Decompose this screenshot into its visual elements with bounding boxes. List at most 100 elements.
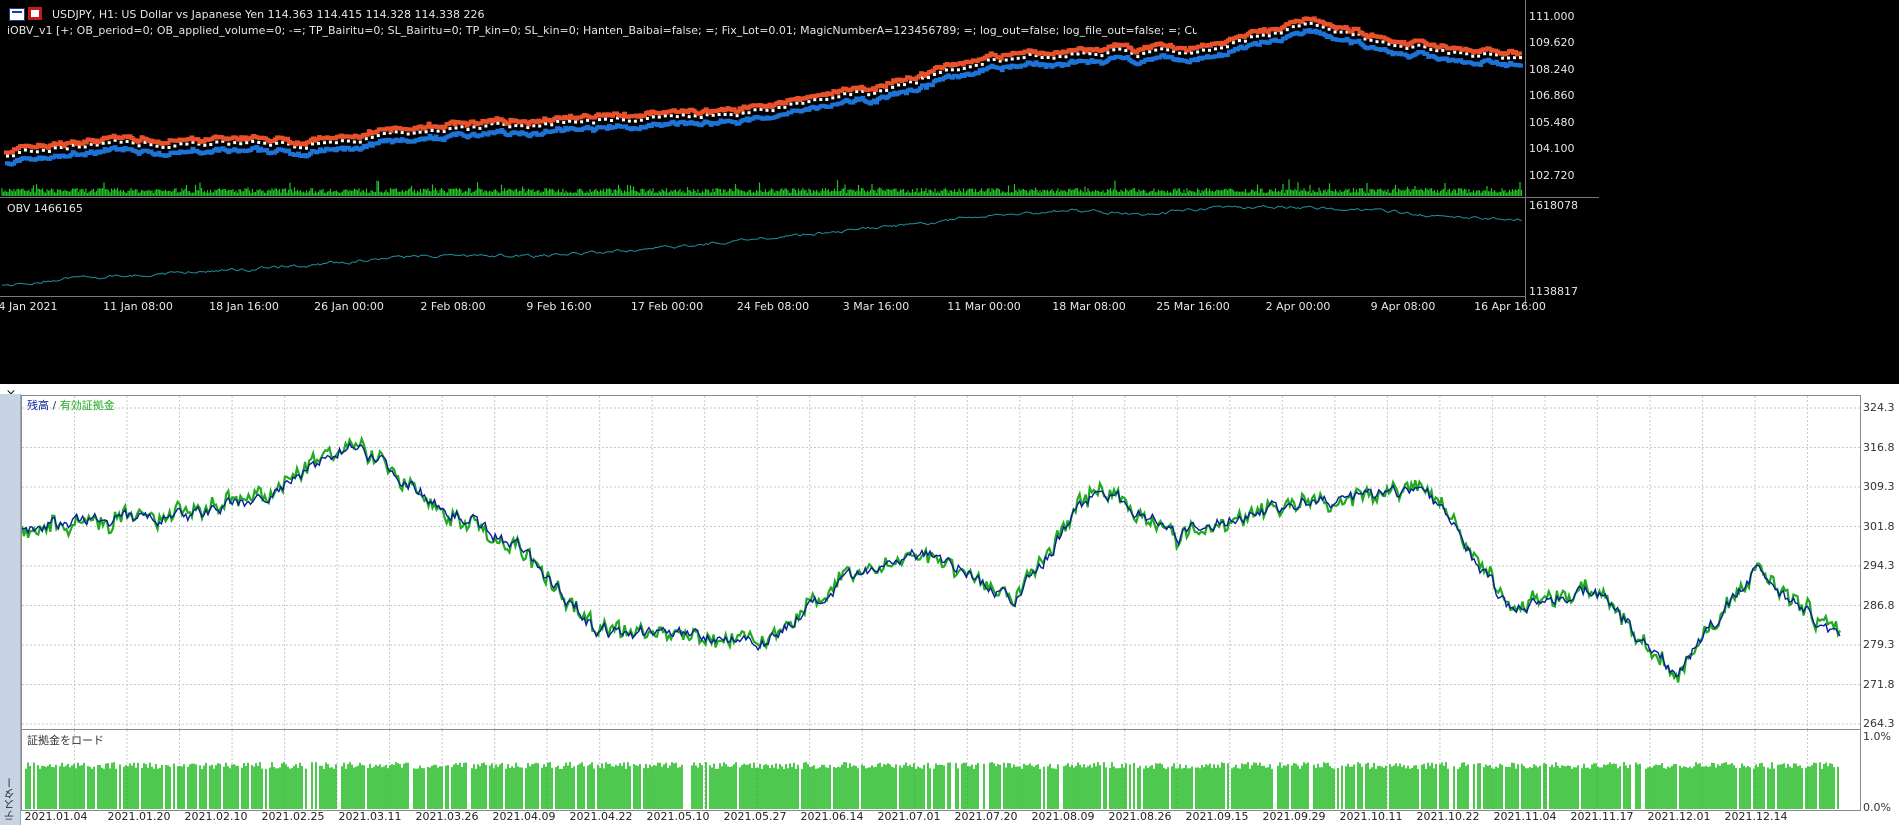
- price-bar-marker: [837, 95, 841, 99]
- equity-tick-label: 264.3: [1863, 717, 1895, 730]
- buy-arrow-marker: [874, 100, 880, 105]
- price-chart-window[interactable]: USDJPY, H1: US Dollar vs Japanese Yen 11…: [0, 0, 1899, 384]
- price-bar-marker: [83, 145, 87, 149]
- price-bar-marker: [1267, 34, 1271, 38]
- price-bar-marker: [1064, 55, 1068, 59]
- date-tick-label: 2021.05.10: [646, 810, 710, 823]
- price-bar-marker: [1004, 58, 1008, 62]
- price-bar-marker: [879, 89, 883, 93]
- price-bar-marker: [155, 144, 159, 148]
- margin-load-bars: [25, 762, 1839, 809]
- price-bar-marker: [801, 101, 805, 105]
- date-tick-label: 2021.12.14: [1724, 810, 1788, 823]
- obv-line: [1, 205, 1522, 287]
- price-bar-marker: [980, 62, 984, 66]
- price-bar-marker: [1100, 54, 1104, 58]
- equity-tick-label: 316.8: [1863, 440, 1895, 454]
- price-bar-marker: [1327, 27, 1331, 31]
- price-bar-marker: [1453, 50, 1457, 54]
- price-bar-marker: [1429, 48, 1433, 52]
- price-bar-marker: [1519, 56, 1522, 60]
- price-bar-marker: [1010, 57, 1014, 61]
- price-bar-marker: [813, 98, 817, 102]
- sell-arrow-marker: [883, 84, 889, 89]
- price-bar-marker: [18, 151, 21, 154]
- price-bar-marker: [532, 124, 536, 128]
- price-bar-marker: [944, 68, 948, 72]
- price-bar-marker: [185, 142, 189, 146]
- price-bar-marker: [795, 101, 799, 105]
- sell-arrow-marker: [873, 88, 879, 92]
- price-bar-marker: [328, 140, 332, 144]
- price-bar-marker: [580, 120, 584, 124]
- price-bar-marker: [897, 83, 901, 87]
- price-bar-marker: [1507, 56, 1510, 60]
- price-bar-marker: [305, 146, 308, 150]
- price-bar-marker: [1220, 46, 1223, 50]
- equity-tick-label: 294.3: [1863, 559, 1895, 572]
- price-bar-marker: [777, 106, 781, 109]
- equity-tick-label: 324.3: [1863, 401, 1895, 414]
- price-bar-marker: [251, 139, 255, 143]
- price-bar-marker: [137, 144, 141, 148]
- volume-histogram: [1, 179, 1523, 196]
- price-bar-marker: [669, 114, 673, 118]
- time-tick-label: 26 Jan 00:00: [314, 300, 384, 313]
- price-plot[interactable]: [0, 0, 1525, 198]
- price-tick-label: 108.240: [1529, 63, 1575, 76]
- price-bar-marker: [12, 154, 15, 158]
- margin-axis-max: 1.0%: [1863, 730, 1891, 743]
- price-bar-marker: [430, 129, 434, 132]
- price-bar-marker: [526, 126, 530, 129]
- price-bar-marker: [245, 141, 249, 145]
- price-bar-marker: [1255, 34, 1259, 38]
- price-bar-marker: [562, 121, 566, 124]
- date-axis: 2021.01.04 2021.01.20 2021.02.10 2021.02.25…: [0, 810, 1899, 824]
- price-bar-marker: [699, 116, 703, 119]
- price-bar-marker: [819, 98, 823, 101]
- price-bar-marker: [645, 117, 649, 120]
- obv-plot[interactable]: [0, 198, 1525, 298]
- legend-separator: /: [52, 399, 57, 412]
- price-bar-marker: [1214, 47, 1217, 51]
- price-bar-marker: [592, 121, 596, 125]
- price-bar-marker: [418, 130, 422, 134]
- price-bar-marker: [843, 92, 847, 96]
- equity-axis: 324.3 316.8 309.3 301.8 294.3 286.8 279.3 271.8…: [1863, 396, 1899, 736]
- date-tick-label: 2021.02.10: [184, 810, 248, 823]
- price-bar-marker: [1261, 33, 1265, 37]
- date-tick-label: 2021.08.09: [1031, 810, 1095, 823]
- price-bar-marker: [1154, 48, 1158, 52]
- price-bar-marker: [454, 126, 458, 130]
- price-bar-marker: [771, 109, 775, 113]
- time-tick-label: 11 Jan 08:00: [103, 300, 173, 313]
- price-bar-marker: [1070, 52, 1074, 56]
- price-bar-marker: [496, 121, 500, 125]
- price-bar-marker: [370, 135, 374, 139]
- equity-tick-label: 301.8: [1863, 519, 1895, 533]
- sell-arrow-marker: [1517, 51, 1522, 56]
- price-bar-marker: [77, 145, 81, 149]
- price-bar-marker: [323, 141, 326, 145]
- price-bar-marker: [227, 142, 231, 146]
- time-tick-label: 16 Apr 16:00: [1474, 300, 1546, 313]
- price-tick-label: 105.480: [1529, 116, 1575, 129]
- price-bar-marker: [1178, 51, 1182, 55]
- price-bar-marker: [203, 143, 207, 147]
- price-bar-marker: [41, 148, 45, 152]
- price-bar-marker: [741, 111, 745, 115]
- price-bar-marker: [1190, 51, 1194, 55]
- tester-side-tab[interactable]: テスター: [0, 394, 21, 825]
- price-bar-marker: [334, 141, 338, 145]
- price-bar-marker: [1040, 56, 1044, 59]
- price-bar-marker: [1339, 30, 1343, 34]
- price-bar-marker: [275, 141, 279, 145]
- price-bar-marker: [891, 85, 895, 89]
- price-bar-marker: [974, 63, 978, 67]
- date-tick-label: 2021.04.22: [569, 810, 633, 823]
- date-tick-label: 2021.09.15: [1185, 810, 1249, 823]
- price-bar-marker: [927, 76, 930, 80]
- price-tick-label: 102.720: [1529, 169, 1575, 182]
- margin-load-label: 証拠金をロード: [27, 734, 104, 747]
- price-bar-marker: [436, 129, 440, 133]
